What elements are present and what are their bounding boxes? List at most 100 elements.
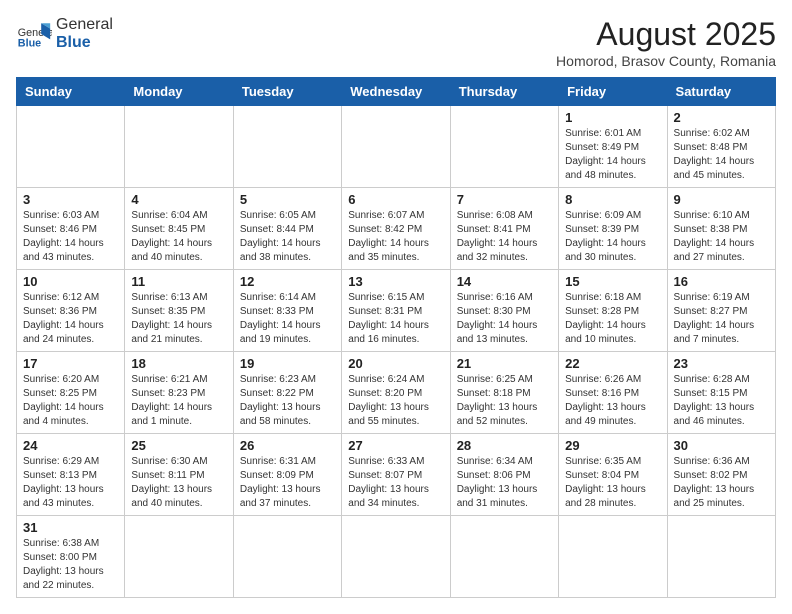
day-info: Sunrise: 6:38 AM Sunset: 8:00 PM Dayligh… xyxy=(23,537,118,593)
calendar-header-row: SundayMondayTuesdayWednesdayThursdayFrid… xyxy=(17,78,776,106)
calendar-week-row: 3Sunrise: 6:03 AM Sunset: 8:46 PM Daylig… xyxy=(17,188,776,270)
calendar-day-cell: 31 Sunrise: 6:38 AM Sunset: 8:00 PM Dayli… xyxy=(17,516,125,598)
calendar-day-cell: 2Sunrise: 6:02 AM Sunset: 8:48 PM Daylig… xyxy=(667,106,775,188)
calendar-day-cell: 26 Sunrise: 6:31 AM Sunset: 8:09 PM Dayli… xyxy=(233,434,341,516)
day-number: 10 xyxy=(23,274,118,289)
calendar-day-cell xyxy=(342,516,450,598)
day-info: Sunrise: 6:15 AM Sunset: 8:31 PM Dayligh… xyxy=(348,291,443,347)
day-info: Sunrise: 6:36 AM Sunset: 8:02 PM Dayligh… xyxy=(674,455,769,511)
day-number: 22 xyxy=(565,356,660,371)
day-number: 21 xyxy=(457,356,552,371)
calendar-day-cell: 13 Sunrise: 6:15 AM Sunset: 8:31 PM Dayli… xyxy=(342,270,450,352)
calendar-day-cell: 10Sunrise: 6:12 AM Sunset: 8:36 PM Dayli… xyxy=(17,270,125,352)
day-number: 8 xyxy=(565,192,660,207)
day-number: 5 xyxy=(240,192,335,207)
generalblue-logo-icon: General Blue xyxy=(16,16,52,52)
day-info: Sunrise: 6:26 AM Sunset: 8:16 PM Dayligh… xyxy=(565,373,660,429)
day-info: Sunrise: 6:13 AM Sunset: 8:35 PM Dayligh… xyxy=(131,291,226,347)
calendar-day-cell xyxy=(342,106,450,188)
month-year-title: August 2025 xyxy=(556,16,776,53)
day-number: 13 xyxy=(348,274,443,289)
day-info: Sunrise: 6:25 AM Sunset: 8:18 PM Dayligh… xyxy=(457,373,552,429)
day-number: 12 xyxy=(240,274,335,289)
day-number: 30 xyxy=(674,438,769,453)
calendar-day-cell: 29 Sunrise: 6:35 AM Sunset: 8:04 PM Dayli… xyxy=(559,434,667,516)
day-info: Sunrise: 6:24 AM Sunset: 8:20 PM Dayligh… xyxy=(348,373,443,429)
day-number: 1 xyxy=(565,110,660,125)
day-number: 29 xyxy=(565,438,660,453)
calendar-day-cell: 23Sunrise: 6:28 AM Sunset: 8:15 PM Dayli… xyxy=(667,352,775,434)
day-number: 24 xyxy=(23,438,118,453)
calendar-day-cell: 1 Sunrise: 6:01 AM Sunset: 8:49 PM Daylig… xyxy=(559,106,667,188)
day-number: 14 xyxy=(457,274,552,289)
column-header-monday: Monday xyxy=(125,78,233,106)
day-number: 6 xyxy=(348,192,443,207)
day-info: Sunrise: 6:02 AM Sunset: 8:48 PM Dayligh… xyxy=(674,127,769,183)
calendar-day-cell: 28Sunrise: 6:34 AM Sunset: 8:06 PM Dayli… xyxy=(450,434,558,516)
calendar-day-cell: 11Sunrise: 6:13 AM Sunset: 8:35 PM Dayli… xyxy=(125,270,233,352)
logo: General Blue General Blue xyxy=(16,16,113,52)
calendar-day-cell: 14 Sunrise: 6:16 AM Sunset: 8:30 PM Dayli… xyxy=(450,270,558,352)
day-info: Sunrise: 6:08 AM Sunset: 8:41 PM Dayligh… xyxy=(457,209,552,265)
day-number: 19 xyxy=(240,356,335,371)
day-number: 20 xyxy=(348,356,443,371)
day-number: 26 xyxy=(240,438,335,453)
calendar-week-row: 1 Sunrise: 6:01 AM Sunset: 8:49 PM Daylig… xyxy=(17,106,776,188)
column-header-thursday: Thursday xyxy=(450,78,558,106)
calendar-day-cell: 18Sunrise: 6:21 AM Sunset: 8:23 PM Dayli… xyxy=(125,352,233,434)
day-info: Sunrise: 6:16 AM Sunset: 8:30 PM Dayligh… xyxy=(457,291,552,347)
column-header-friday: Friday xyxy=(559,78,667,106)
day-info: Sunrise: 6:18 AM Sunset: 8:28 PM Dayligh… xyxy=(565,291,660,347)
column-header-saturday: Saturday xyxy=(667,78,775,106)
day-number: 15 xyxy=(565,274,660,289)
day-number: 18 xyxy=(131,356,226,371)
day-info: Sunrise: 6:34 AM Sunset: 8:06 PM Dayligh… xyxy=(457,455,552,511)
day-info: Sunrise: 6:19 AM Sunset: 8:27 PM Dayligh… xyxy=(674,291,769,347)
calendar-day-cell xyxy=(233,106,341,188)
day-number: 4 xyxy=(131,192,226,207)
calendar-day-cell: 27 Sunrise: 6:33 AM Sunset: 8:07 PM Dayli… xyxy=(342,434,450,516)
logo-general-text: General xyxy=(56,16,113,34)
calendar-week-row: 24 Sunrise: 6:29 AM Sunset: 8:13 PM Dayli… xyxy=(17,434,776,516)
day-info: Sunrise: 6:04 AM Sunset: 8:45 PM Dayligh… xyxy=(131,209,226,265)
day-info: Sunrise: 6:10 AM Sunset: 8:38 PM Dayligh… xyxy=(674,209,769,265)
title-area: August 2025 Homorod, Brasov County, Roma… xyxy=(556,16,776,69)
day-number: 23 xyxy=(674,356,769,371)
day-number: 17 xyxy=(23,356,118,371)
calendar-day-cell: 25Sunrise: 6:30 AM Sunset: 8:11 PM Dayli… xyxy=(125,434,233,516)
svg-text:Blue: Blue xyxy=(18,38,41,50)
calendar-week-row: 10Sunrise: 6:12 AM Sunset: 8:36 PM Dayli… xyxy=(17,270,776,352)
calendar-day-cell xyxy=(450,106,558,188)
column-header-sunday: Sunday xyxy=(17,78,125,106)
calendar-day-cell: 20 Sunrise: 6:24 AM Sunset: 8:20 PM Dayli… xyxy=(342,352,450,434)
calendar-day-cell xyxy=(559,516,667,598)
calendar-day-cell: 22 Sunrise: 6:26 AM Sunset: 8:16 PM Dayli… xyxy=(559,352,667,434)
day-info: Sunrise: 6:33 AM Sunset: 8:07 PM Dayligh… xyxy=(348,455,443,511)
column-header-tuesday: Tuesday xyxy=(233,78,341,106)
day-number: 7 xyxy=(457,192,552,207)
day-info: Sunrise: 6:35 AM Sunset: 8:04 PM Dayligh… xyxy=(565,455,660,511)
calendar-day-cell: 9Sunrise: 6:10 AM Sunset: 8:38 PM Daylig… xyxy=(667,188,775,270)
day-number: 27 xyxy=(348,438,443,453)
calendar-day-cell: 8Sunrise: 6:09 AM Sunset: 8:39 PM Daylig… xyxy=(559,188,667,270)
calendar-day-cell xyxy=(17,106,125,188)
calendar-day-cell: 19Sunrise: 6:23 AM Sunset: 8:22 PM Dayli… xyxy=(233,352,341,434)
calendar-week-row: 31 Sunrise: 6:38 AM Sunset: 8:00 PM Dayli… xyxy=(17,516,776,598)
calendar-day-cell: 12Sunrise: 6:14 AM Sunset: 8:33 PM Dayli… xyxy=(233,270,341,352)
calendar-day-cell xyxy=(667,516,775,598)
calendar-day-cell: 4 Sunrise: 6:04 AM Sunset: 8:45 PM Daylig… xyxy=(125,188,233,270)
page-header: General Blue General Blue August 2025 Ho… xyxy=(16,16,776,69)
day-info: Sunrise: 6:20 AM Sunset: 8:25 PM Dayligh… xyxy=(23,373,118,429)
day-info: Sunrise: 6:01 AM Sunset: 8:49 PM Dayligh… xyxy=(565,127,660,183)
day-info: Sunrise: 6:29 AM Sunset: 8:13 PM Dayligh… xyxy=(23,455,118,511)
day-number: 16 xyxy=(674,274,769,289)
day-info: Sunrise: 6:31 AM Sunset: 8:09 PM Dayligh… xyxy=(240,455,335,511)
day-info: Sunrise: 6:05 AM Sunset: 8:44 PM Dayligh… xyxy=(240,209,335,265)
calendar-day-cell xyxy=(450,516,558,598)
calendar-day-cell: 5 Sunrise: 6:05 AM Sunset: 8:44 PM Daylig… xyxy=(233,188,341,270)
day-number: 3 xyxy=(23,192,118,207)
calendar-day-cell: 6Sunrise: 6:07 AM Sunset: 8:42 PM Daylig… xyxy=(342,188,450,270)
calendar-day-cell: 24 Sunrise: 6:29 AM Sunset: 8:13 PM Dayli… xyxy=(17,434,125,516)
calendar-day-cell: 16 Sunrise: 6:19 AM Sunset: 8:27 PM Dayli… xyxy=(667,270,775,352)
day-number: 31 xyxy=(23,520,118,535)
